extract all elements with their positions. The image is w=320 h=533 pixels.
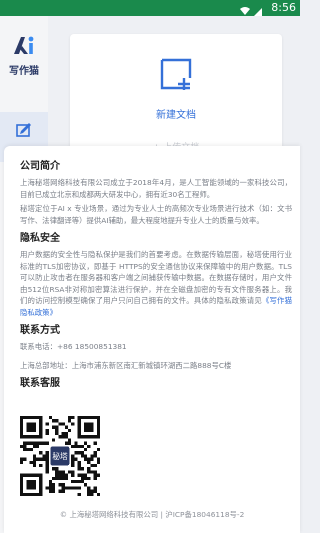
- status-time: 8:56: [271, 1, 296, 14]
- footer-copyright: © 上海秘塔网络科技有限公司 | 沪ICP备18046118号-2: [59, 510, 245, 519]
- status-bar: 8:56: [0, 0, 300, 16]
- privacy-text: 用户数据的安全性与隐私保护是我们的首要考虑。在数据传输层面，秘塔使用行业标准的T…: [20, 250, 292, 305]
- app-logo[interactable]: 写作猫: [4, 34, 44, 77]
- edit-note-icon: [16, 122, 32, 141]
- logo-mark-icon: [14, 36, 34, 54]
- company-paragraph-2: 秘塔定位于AI x 专业场景，通过为专业人士的高频次专业场景进行技术（如：文书写…: [20, 204, 292, 225]
- contact-block: 联系电话：+86 18500851381 上海总部地址：上海市浦东新区南汇新城镇…: [20, 341, 292, 371]
- service-title: 联系客服: [20, 378, 60, 389]
- privacy-paragraph: 用户数据的安全性与隐私保护是我们的首要考虑。在数据传输层面，秘塔使用行业标准的T…: [20, 249, 292, 318]
- phone-label: 联系电话：: [20, 342, 57, 351]
- about-panel: 公司简介 上海秘塔网络科技有限公司成立于2018年4月，是人工智能领域的一家科技…: [4, 146, 300, 533]
- company-paragraph-1: 上海秘塔网络科技有限公司成立于2018年4月，是人工智能领域的一家科技公司，目前…: [20, 178, 292, 199]
- phone-line: 联系电话：+86 18500851381: [20, 341, 292, 353]
- new-document-card[interactable]: 新建文档 + 上传文档: [70, 34, 282, 164]
- phone-value[interactable]: +86 18500851381: [57, 342, 127, 351]
- customer-service-qr-code: 秘塔: [20, 416, 100, 496]
- contact-title: 联系方式: [20, 325, 60, 336]
- address-value: 上海市浦东新区南汇新城镇环湖西二路888号C楼: [71, 360, 232, 370]
- privacy-title: 隐私安全: [20, 233, 60, 244]
- address-line: 上海总部地址：上海市浦东新区南汇新城镇环湖西二路888号C楼: [20, 360, 292, 372]
- address-label: 上海总部地址：: [20, 360, 72, 370]
- new-document-label: 新建文档: [156, 110, 196, 121]
- new-doc-icon: [158, 56, 194, 96]
- brand-name: 写作猫: [9, 66, 39, 77]
- qr-center-text: 秘塔: [52, 451, 68, 461]
- about-content: 公司简介 上海秘塔网络科技有限公司成立于2018年4月，是人工智能领域的一家科技…: [20, 154, 292, 391]
- company-title: 公司简介: [20, 161, 60, 172]
